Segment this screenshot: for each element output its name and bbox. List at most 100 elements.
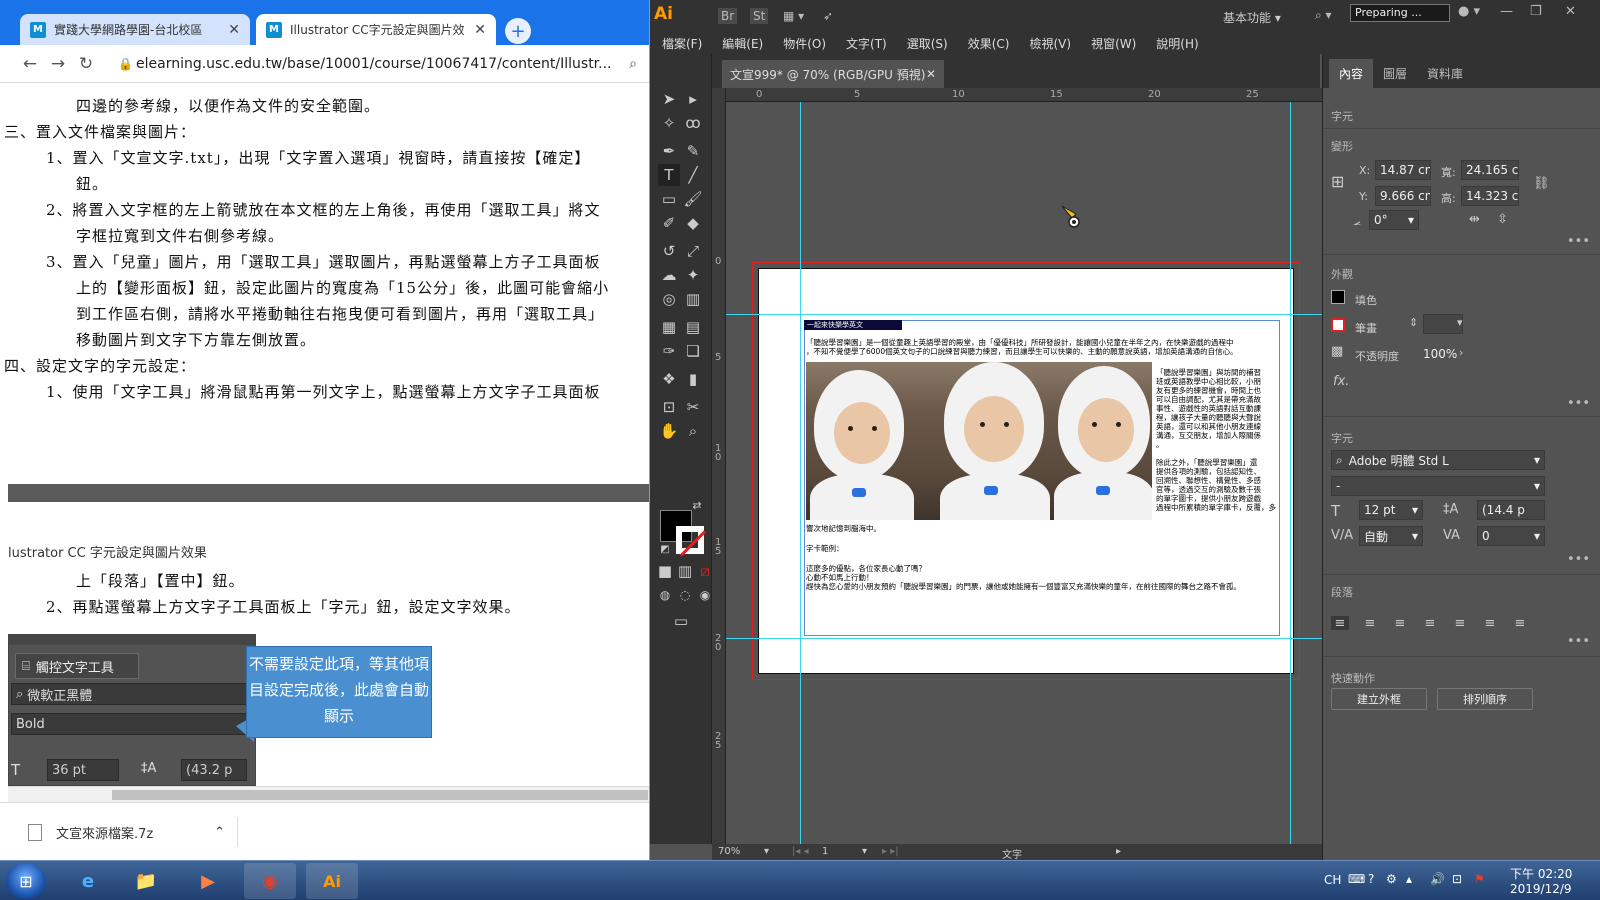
menu-select[interactable]: 選取(S) <box>907 35 948 52</box>
justify-all-icon[interactable]: ≡ <box>1511 616 1529 631</box>
gradient-tool-icon[interactable]: ▤ <box>682 316 704 338</box>
puppet-warp-tool-icon[interactable]: ✦ <box>682 264 704 286</box>
artboard-number[interactable]: 1 <box>822 846 828 857</box>
align-right-icon[interactable]: ≡ <box>1391 616 1409 631</box>
back-icon[interactable]: ← <box>16 54 44 74</box>
horizontal-scrollbar[interactable] <box>8 786 649 802</box>
zoom-tool-icon[interactable]: ⌕ <box>682 420 704 442</box>
scale-tool-icon[interactable]: ⤢ <box>682 240 704 262</box>
tab-illustrator-course[interactable]: M Illustrator CC字元設定與圖片效 ✕ <box>256 14 496 45</box>
settings-icon[interactable]: ⚙ <box>1386 872 1397 886</box>
menu-help[interactable]: 說明(H) <box>1156 35 1198 52</box>
menu-object[interactable]: 物件(O) <box>783 35 826 52</box>
bridge-button[interactable]: Br <box>718 8 738 24</box>
stroke-swatch[interactable] <box>676 526 704 554</box>
illustrator-taskbar-icon[interactable]: Ai <box>306 863 358 899</box>
magic-wand-tool-icon[interactable]: ✧ <box>658 112 680 134</box>
close-document-icon[interactable]: ✕ <box>926 67 936 81</box>
zoom-icon[interactable]: ⌕ <box>620 56 646 72</box>
kerning-field[interactable]: 自動 ▾ <box>1359 526 1423 546</box>
font-style-field[interactable]: - ▾ <box>1331 476 1545 496</box>
screen-mode-icon[interactable]: ▭ <box>670 610 692 632</box>
first-artboard-icon[interactable]: |◂ ◂ <box>792 846 809 857</box>
fill-color-swatch[interactable] <box>1331 290 1345 304</box>
x-field[interactable]: 14.87 cn <box>1375 160 1431 180</box>
ie-taskbar-icon[interactable]: e <box>62 863 114 899</box>
default-fill-stroke-icon[interactable]: ◩ <box>654 538 676 560</box>
create-outlines-button[interactable]: 建立外框 <box>1331 688 1427 710</box>
menu-effect[interactable]: 效果(C) <box>968 35 1010 52</box>
artboard-tool-icon[interactable]: ⊡ <box>658 396 680 418</box>
close-tab-icon[interactable]: ✕ <box>474 22 486 38</box>
menu-type[interactable]: 文字(T) <box>846 35 887 52</box>
curvature-tool-icon[interactable]: ✎ <box>682 140 704 162</box>
rotation-field[interactable]: 0° ▾ <box>1369 210 1419 230</box>
flip-vertical-icon[interactable]: ⇳ <box>1497 212 1508 227</box>
last-artboard-icon[interactable]: ▸ ▸| <box>882 846 899 857</box>
leading-field[interactable]: (14.4 p <box>1477 500 1545 520</box>
justify-left-icon[interactable]: ≡ <box>1421 616 1439 631</box>
font-family-field[interactable]: ⌕ Adobe 明體 Std L ▾ <box>1331 450 1545 470</box>
pen-tool-icon[interactable]: ✒ <box>658 140 680 162</box>
media-player-taskbar-icon[interactable]: ▶ <box>182 863 234 899</box>
warp-tool-icon[interactable]: ☁ <box>658 264 680 286</box>
line-tool-icon[interactable]: ╱ <box>682 164 704 186</box>
help-icon[interactable]: ? <box>1368 872 1374 886</box>
chevron-down-icon[interactable]: ▾ <box>1457 316 1463 329</box>
font-style-field[interactable]: Bold <box>11 713 247 735</box>
maximize-icon[interactable]: ❐ <box>1530 4 1542 19</box>
swap-fill-stroke-icon[interactable]: ⇄ <box>686 494 708 516</box>
reload-icon[interactable]: ↻ <box>72 54 100 74</box>
address-bar[interactable]: 🔒 elearning.usc.edu.tw/base/10001/course… <box>118 51 646 77</box>
clock-time[interactable]: 下午 02:20 <box>1510 865 1572 882</box>
start-button[interactable]: ⊞ <box>6 863 46 899</box>
stock-button[interactable]: St <box>750 8 769 24</box>
more-options-icon[interactable]: ••• <box>1567 552 1590 567</box>
menu-edit[interactable]: 編輯(E) <box>722 35 763 52</box>
tab-layers[interactable]: 圖層 <box>1373 59 1417 88</box>
tab-usc-elearning[interactable]: M 實踐大學網路學園-台北校區 ✕ <box>20 14 250 45</box>
tab-properties[interactable]: 內容 <box>1329 59 1374 88</box>
font-size-field[interactable]: 12 pt ▾ <box>1359 500 1423 520</box>
paintbrush-tool-icon[interactable]: 🖌 <box>682 188 704 210</box>
gpu-rocket-icon[interactable]: ➶ <box>820 8 836 24</box>
font-family-field[interactable]: ⌕ 微軟正黑體 <box>11 683 247 705</box>
align-left-icon[interactable]: ≡ <box>1331 616 1349 631</box>
artboard-dropdown-icon[interactable]: ▾ <box>862 846 867 857</box>
show-hidden-icons-icon[interactable]: ▴ <box>1406 872 1412 886</box>
workspace-switcher[interactable]: 基本功能 ▾ <box>1223 9 1281 26</box>
chevron-right-icon[interactable]: › <box>1459 346 1463 359</box>
tracking-field[interactable]: 0 ▾ <box>1477 526 1545 546</box>
height-field[interactable]: 14.323 c <box>1461 186 1519 206</box>
touch-type-tool-button[interactable]: ⌸ 觸控文字工具 <box>15 653 139 679</box>
menu-file[interactable]: 檔案(F) <box>662 35 702 52</box>
graph-tool-icon[interactable]: ▮ <box>682 368 704 390</box>
y-field[interactable]: 9.666 cn <box>1375 186 1431 206</box>
zoom-level[interactable]: 70% <box>718 846 740 857</box>
arrange-documents-icon[interactable]: ▦ ▾ <box>780 8 807 24</box>
clock-date[interactable]: 2019/12/9 <box>1510 882 1572 896</box>
zoom-dropdown-icon[interactable]: ▾ <box>764 846 769 857</box>
guide-horizontal[interactable] <box>726 314 1322 315</box>
minimize-icon[interactable]: — <box>1500 4 1513 19</box>
rectangle-tool-icon[interactable]: ▭ <box>658 188 680 210</box>
font-size-field[interactable]: 36 pt <box>47 759 119 781</box>
slice-tool-icon[interactable]: ✂ <box>682 396 704 418</box>
canvas-area[interactable]: 0 5 10 15 20 25 0 5 1 0 1 5 2 0 2 5 一起來快… <box>712 88 1322 844</box>
close-tab-icon[interactable]: ✕ <box>228 22 240 38</box>
selection-tool-icon[interactable]: ➤ <box>658 88 680 110</box>
reference-point-icon[interactable]: ⊞ <box>1331 172 1344 191</box>
network-icon[interactable]: ⊡ <box>1452 872 1462 886</box>
link-proportions-icon[interactable]: ⛓ <box>1533 176 1550 191</box>
justify-center-icon[interactable]: ≡ <box>1451 616 1469 631</box>
hand-tool-icon[interactable]: ✋ <box>658 420 680 442</box>
close-icon[interactable]: ✕ <box>1565 4 1576 19</box>
children-photo[interactable] <box>806 362 1152 520</box>
justify-right-icon[interactable]: ≡ <box>1481 616 1499 631</box>
menu-view[interactable]: 檢視(V) <box>1029 35 1071 52</box>
leading-field[interactable]: (43.2 p <box>181 759 247 781</box>
download-item[interactable]: 文宣來源檔案.7z ⌃ <box>28 817 238 847</box>
opacity-field[interactable]: 100% <box>1419 344 1461 364</box>
blend-tool-icon[interactable]: ❏ <box>682 340 704 362</box>
align-center-icon[interactable]: ≡ <box>1361 616 1379 631</box>
